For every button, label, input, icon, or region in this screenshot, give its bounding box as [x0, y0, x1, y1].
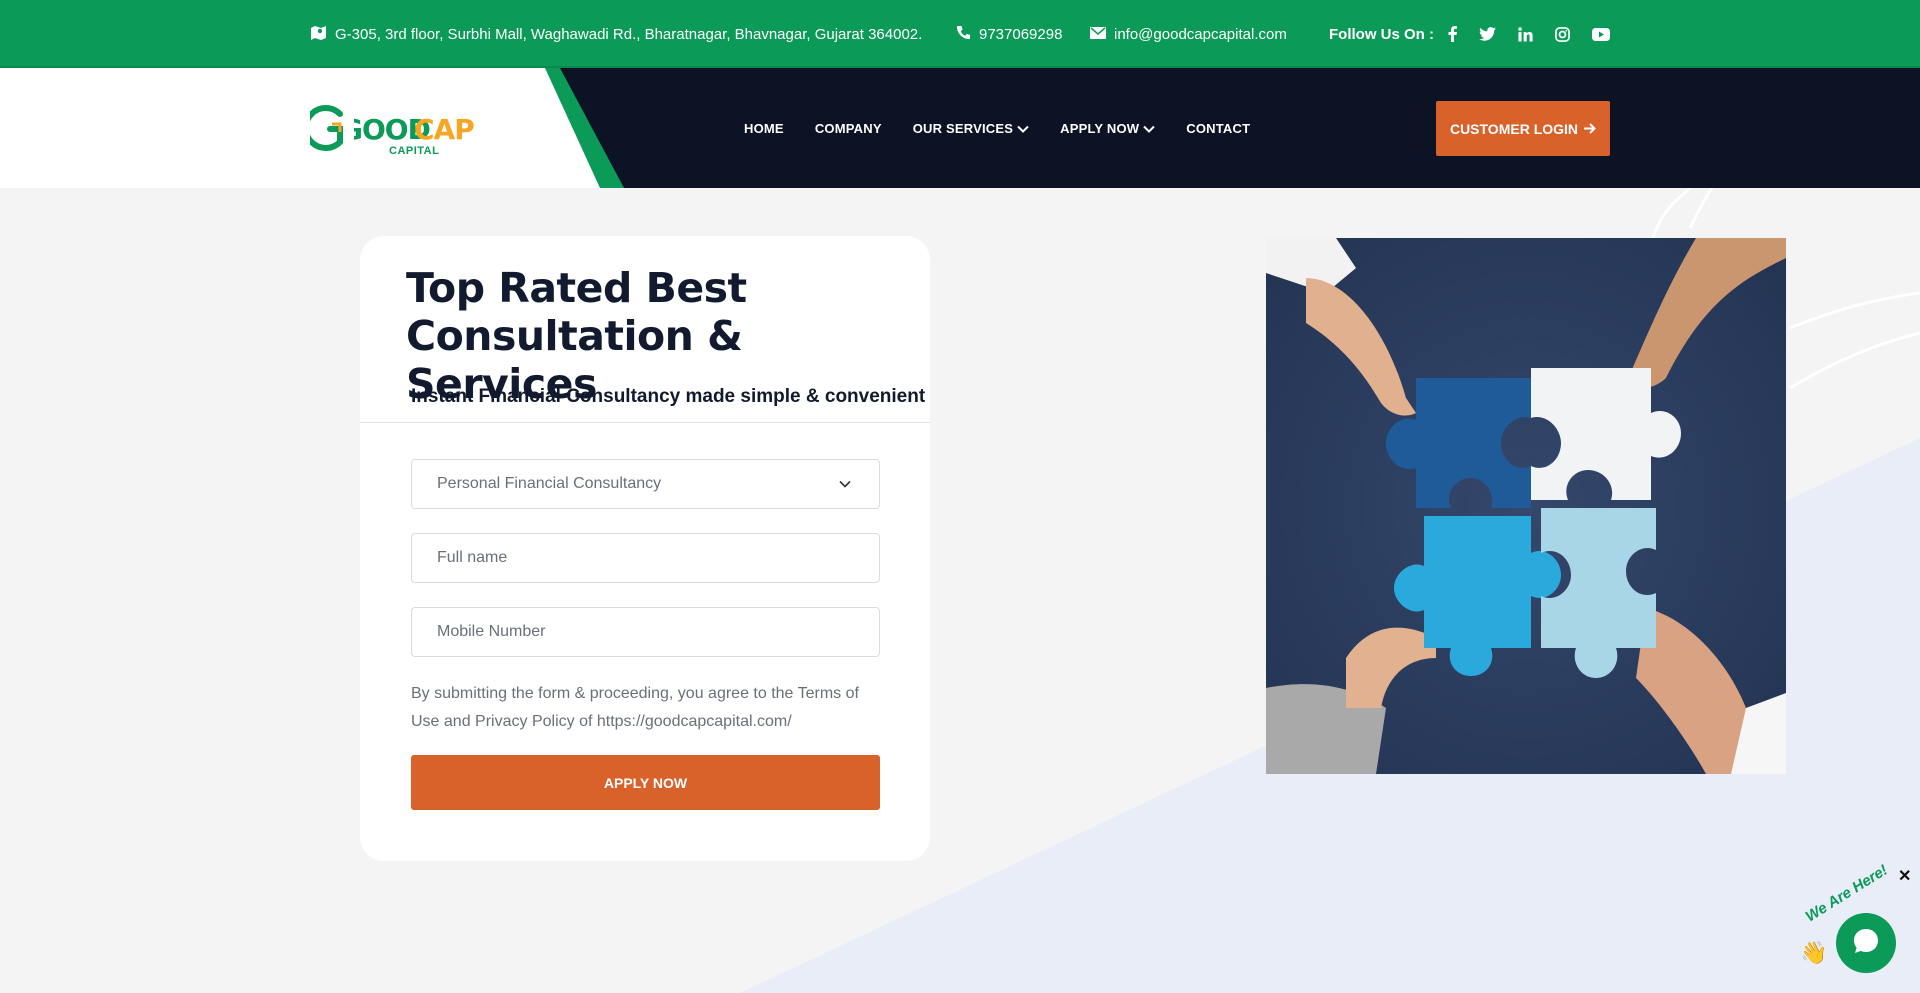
- youtube-icon[interactable]: [1592, 25, 1618, 43]
- phone-icon: [956, 25, 979, 44]
- card-divider: [360, 422, 930, 423]
- chevron-down-icon: [839, 475, 851, 493]
- main-header: GOOD CAP CAPITAL HOME COMPANY OUR SERVIC…: [0, 68, 1920, 188]
- nav-home[interactable]: HOME: [744, 121, 784, 136]
- address-item: G-305, 3rd floor, Surbhi Mall, Waghawadi…: [310, 0, 922, 68]
- nav-contact-label: CONTACT: [1186, 120, 1251, 136]
- waving-hand-icon: 👋: [1800, 940, 1828, 965]
- logo-word-cap: CAP: [414, 113, 475, 146]
- consultation-form-card: Top Rated Best Consultation & Services I…: [360, 236, 930, 861]
- instagram-icon[interactable]: [1555, 25, 1578, 43]
- chat-open-button[interactable]: [1836, 913, 1896, 973]
- full-name-placeholder: Full name: [437, 549, 508, 566]
- map-icon: [310, 25, 335, 44]
- apply-now-label: APPLY NOW: [603, 774, 688, 791]
- nav-contact[interactable]: CONTACT: [1186, 121, 1250, 136]
- nav-company-label: COMPANY: [814, 120, 882, 136]
- customer-login-label: CUSTOMER LOGIN: [1449, 120, 1579, 137]
- chevron-down-icon: [1017, 121, 1029, 136]
- terms-text: By submitting the form & proceeding, you…: [411, 685, 859, 730]
- email-item[interactable]: info@goodcapcapital.com: [1090, 0, 1287, 68]
- nav-our-services-label: OUR SERVICES: [912, 120, 1014, 136]
- mobile-number-input[interactable]: Mobile Number: [411, 607, 880, 657]
- chat-close-icon[interactable]: ✕: [1898, 866, 1911, 886]
- nav-home-label: HOME: [744, 120, 784, 136]
- card-subtitle: Instant Financial Consultancy made simpl…: [411, 386, 926, 407]
- follow-label: Follow Us On :: [1329, 25, 1434, 43]
- linkedin-icon[interactable]: [1518, 25, 1541, 43]
- email-text: info@goodcapcapital.com: [1114, 25, 1287, 43]
- title-line-1: Top Rated Best: [406, 264, 747, 312]
- nav-company[interactable]: COMPANY: [815, 121, 882, 136]
- customer-login-button[interactable]: CUSTOMER LOGIN: [1436, 101, 1610, 156]
- chat-bubble-icon: [1851, 926, 1881, 961]
- chevron-down-icon: [1143, 121, 1155, 136]
- service-select[interactable]: Personal Financial Consultancy: [411, 459, 880, 509]
- apply-now-button[interactable]: APPLY NOW: [411, 755, 880, 810]
- arrow-right-icon: [1584, 121, 1596, 137]
- logo-word-capital: CAPITAL: [389, 145, 440, 157]
- phone-text: 9737069298: [979, 25, 1063, 43]
- mobile-number-placeholder: Mobile Number: [437, 623, 546, 640]
- main-nav: HOME COMPANY OUR SERVICES APPLY NOW CONT…: [744, 68, 1250, 188]
- phone-item[interactable]: 9737069298: [956, 0, 1062, 68]
- puzzle-hands-image: [1266, 238, 1786, 774]
- service-select-value: Personal Financial Consultancy: [437, 475, 662, 492]
- twitter-icon[interactable]: [1479, 25, 1504, 43]
- nav-our-services[interactable]: OUR SERVICES: [913, 121, 1029, 136]
- nav-apply-now-label: APPLY NOW: [1060, 120, 1140, 136]
- email-icon: [1090, 26, 1114, 43]
- address-text: G-305, 3rd floor, Surbhi Mall, Waghawadi…: [335, 25, 923, 43]
- social-links: Follow Us On :: [1329, 0, 1618, 68]
- nav-apply-now[interactable]: APPLY NOW: [1060, 121, 1155, 136]
- goodcap-logo[interactable]: GOOD CAP CAPITAL: [302, 102, 475, 158]
- full-name-input[interactable]: Full name: [411, 533, 880, 583]
- facebook-icon[interactable]: [1448, 25, 1465, 43]
- top-contact-bar: G-305, 3rd floor, Surbhi Mall, Waghawadi…: [0, 0, 1920, 68]
